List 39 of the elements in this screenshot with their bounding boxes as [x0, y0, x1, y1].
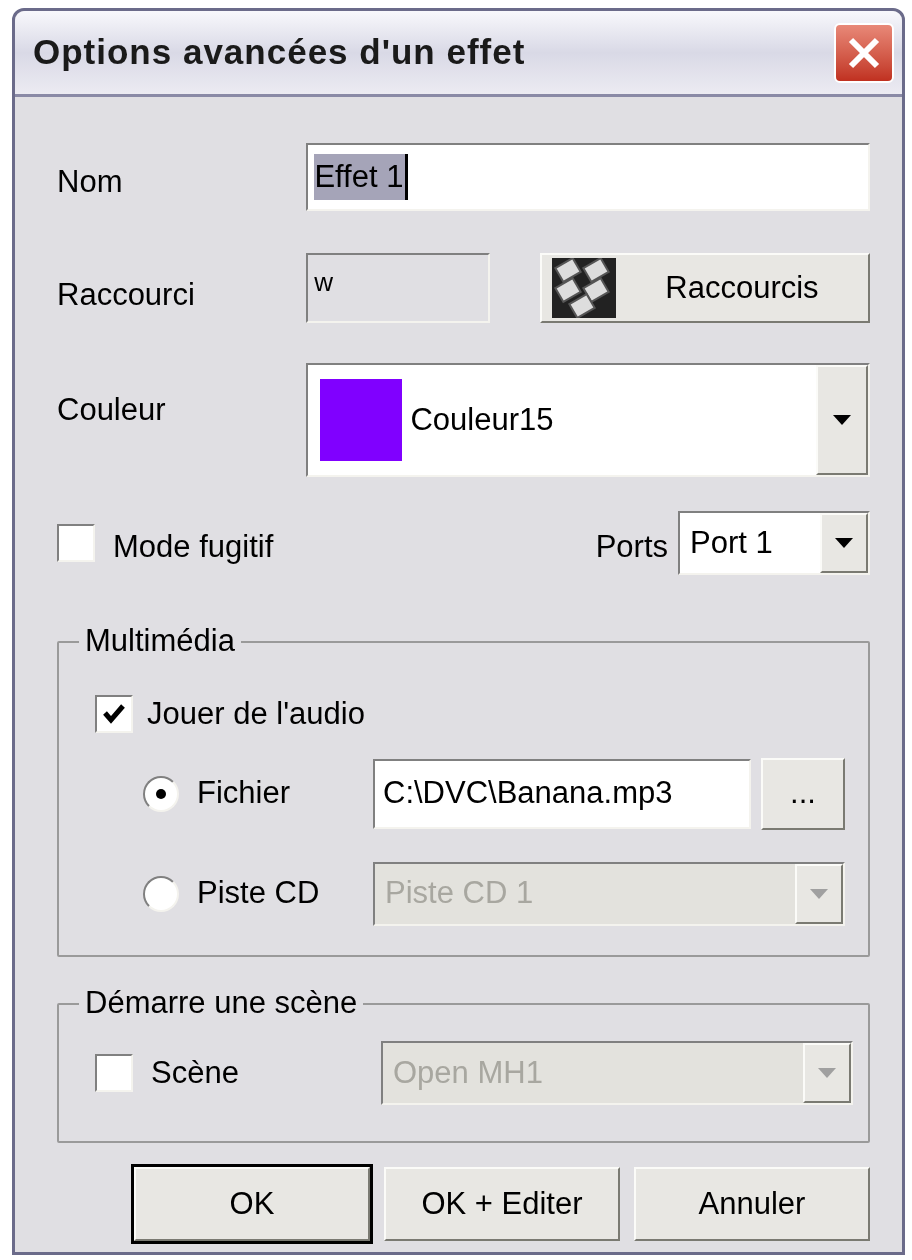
audio-label: Jouer de l'audio [147, 695, 365, 733]
ports-label: Ports [595, 527, 668, 566]
close-button[interactable] [834, 22, 894, 83]
dropdown-value: Piste CD 1 [384, 874, 535, 913]
dialog-button[interactable]: Annuler [634, 1167, 870, 1241]
radio-label: Fichier [197, 774, 291, 813]
caret-icon [810, 888, 828, 899]
shortcut-label: Raccourci [57, 275, 196, 314]
dropdown-value: Open MH1 [392, 1053, 544, 1092]
close-icon [847, 35, 881, 70]
keyboard-keys-icon [551, 258, 616, 318]
radio-button[interactable] [143, 775, 179, 812]
selected-text: Effet 1 [314, 153, 409, 201]
audio-checkbox[interactable] [95, 695, 133, 734]
window-title: Options avancées d'un effet [33, 31, 526, 74]
radio-label: Piste CD [197, 874, 321, 913]
file-path-field[interactable]: C:\DVC\Banana.mp3 [373, 758, 751, 829]
scene-label: Scène [151, 1053, 240, 1092]
caret-icon [835, 538, 853, 548]
caret-icon [833, 415, 851, 425]
check-icon [103, 704, 125, 725]
fugitive-checkbox[interactable] [57, 524, 95, 562]
name-field[interactable]: Effet 1 [306, 143, 870, 211]
dialog-button[interactable]: OK [134, 1167, 370, 1241]
browse-button[interactable]: ... [761, 757, 845, 830]
dropdown[interactable]: Port 1 [678, 511, 870, 575]
name-label: Nom [57, 162, 124, 201]
color-name: Couleur15 [410, 400, 554, 439]
caret-icon [818, 1068, 836, 1078]
button-label: Raccourcis [664, 268, 820, 307]
scene-checkbox[interactable] [95, 1054, 133, 1092]
color-dropdown[interactable]: Couleur15 [306, 363, 870, 477]
dropdown-value: Port 1 [689, 523, 774, 562]
fugitive-label: Mode fugitif [113, 527, 274, 566]
dialog-button[interactable]: OK + Editer [384, 1167, 620, 1241]
dropdown-button[interactable] [820, 513, 868, 573]
shortcut-field[interactable]: w [306, 253, 490, 323]
shortcuts-button[interactable]: Raccourcis [539, 253, 870, 323]
color-label: Couleur [57, 391, 167, 429]
